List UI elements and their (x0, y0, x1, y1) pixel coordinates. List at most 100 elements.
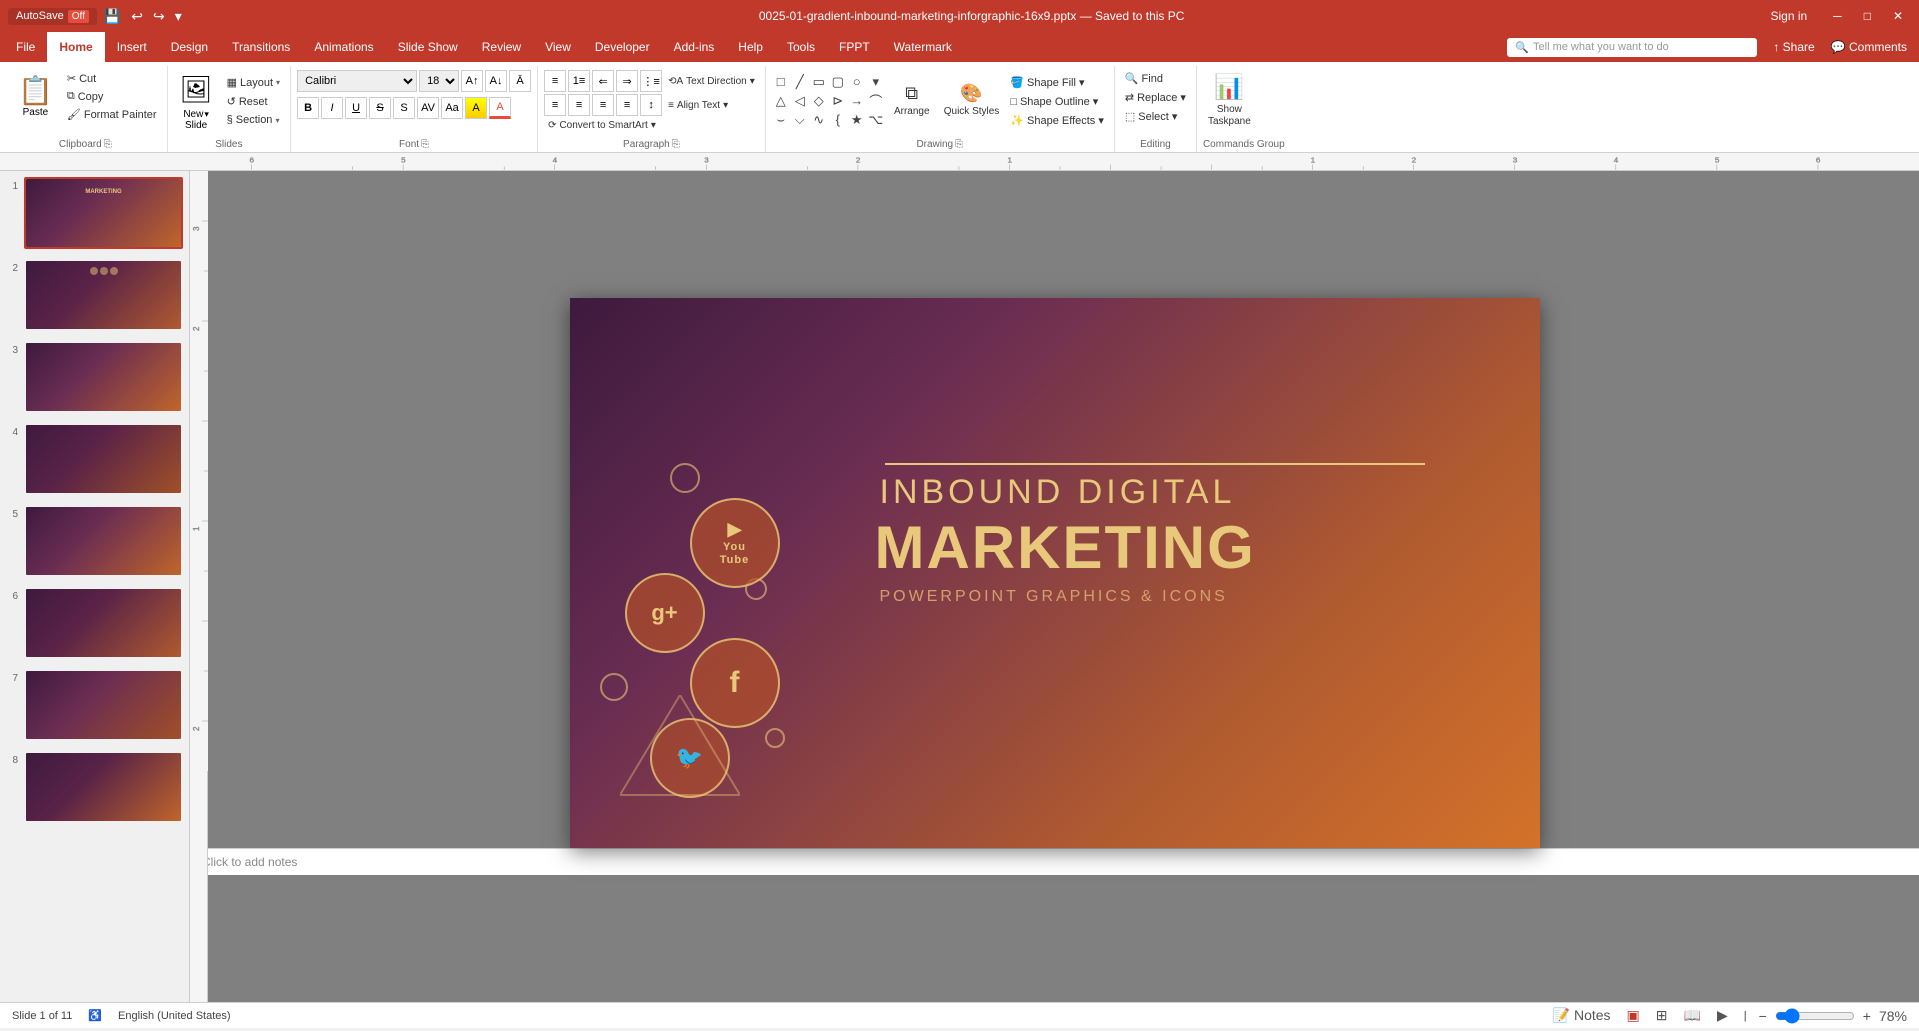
slide-item-7[interactable]: 7 (4, 667, 185, 743)
tab-addins[interactable]: Add-ins (662, 32, 727, 62)
shape-arrow[interactable]: → (848, 92, 866, 110)
slide-subtitle[interactable]: POWERPOINT GRAPHICS & ICONS (880, 588, 1228, 606)
clipboard-expand-icon[interactable]: ⎘ (104, 139, 112, 150)
slide-item-3[interactable]: 3 (4, 339, 185, 415)
normal-view-btn[interactable]: ▣ (1623, 1005, 1644, 1026)
zoom-out-btn[interactable]: − (1759, 1008, 1767, 1024)
highlight-button[interactable]: A (465, 97, 487, 119)
slide-thumb-3[interactable] (24, 341, 183, 413)
redo-quick-btn[interactable]: ↪ (150, 6, 168, 27)
customize-quick-btn[interactable]: ▾ (172, 6, 185, 27)
share-button[interactable]: ↑ Share (1765, 36, 1822, 58)
change-case-button[interactable]: Aa (441, 97, 463, 119)
quick-styles-button[interactable]: 🎨 Quick Styles (939, 80, 1005, 120)
font-size-select[interactable]: 18 (419, 70, 459, 92)
zoom-level-btn[interactable]: 78% (1879, 1008, 1907, 1024)
line-spacing-button[interactable]: ↕ (640, 94, 662, 116)
paste-button[interactable]: 📋 Paste (10, 70, 61, 122)
arrange-button[interactable]: ⧉ Arrange (887, 80, 937, 120)
notes-button[interactable]: 📝 Notes (1549, 1005, 1615, 1026)
select-button[interactable]: ⬚ Select ▾ (1121, 108, 1182, 125)
slide-thumb-5[interactable] (24, 505, 183, 577)
grow-font-button[interactable]: A↑ (461, 70, 483, 92)
format-painter-button[interactable]: 🖌 Format Painter (63, 106, 161, 123)
cut-button[interactable]: ✂ Cut (63, 70, 161, 87)
shape-rect2[interactable]: ▭ (810, 73, 828, 91)
tab-developer[interactable]: Developer (583, 32, 662, 62)
align-text-button[interactable]: ≡ Align Text ▾ (664, 98, 732, 113)
slide-thumb-6[interactable] (24, 587, 183, 659)
font-name-select[interactable]: Calibri (297, 70, 417, 92)
tab-insert[interactable]: Insert (105, 32, 159, 62)
save-quick-btn[interactable]: 💾 (101, 6, 124, 27)
center-button[interactable]: ≡ (568, 94, 590, 116)
slide-heading[interactable]: INBOUND DIGITAL (880, 473, 1236, 512)
comments-button[interactable]: 💬 Comments (1823, 36, 1915, 58)
new-slide-button[interactable]: 🖼 (174, 70, 219, 109)
slide-item-2[interactable]: 2 (4, 257, 185, 333)
signin-button[interactable]: Sign in (1758, 5, 1819, 27)
shape-diamond[interactable]: ◇ (810, 92, 828, 110)
tab-animations[interactable]: Animations (302, 32, 385, 62)
search-bar[interactable]: 🔍 Tell me what you want to do (1507, 38, 1757, 57)
shadow-button[interactable]: S (393, 97, 415, 119)
zoom-in-btn[interactable]: + (1863, 1008, 1871, 1024)
align-right-button[interactable]: ≡ (592, 94, 614, 116)
font-expand-icon[interactable]: ⎘ (421, 139, 429, 150)
decrease-indent-button[interactable]: ⇐ (592, 70, 614, 92)
shape-oval[interactable]: ○ (848, 73, 866, 91)
shape-triangle[interactable]: △ (772, 92, 790, 110)
shape-custom[interactable]: ⌥ (867, 111, 885, 129)
align-left-button[interactable]: ≡ (544, 94, 566, 116)
minimize-btn[interactable]: ─ (1825, 7, 1850, 25)
shape-curly[interactable]: { (829, 111, 847, 129)
slide-thumb-1[interactable]: MARKETING (24, 177, 183, 249)
copy-button[interactable]: ⧉ Copy (63, 88, 161, 105)
drawing-expand-icon[interactable]: ⎘ (955, 139, 963, 150)
slide-sorter-btn[interactable]: ⊞ (1652, 1005, 1672, 1026)
tab-file[interactable]: File (4, 32, 47, 62)
slide-panel[interactable]: 1 MARKETING 2 3 (0, 171, 190, 1002)
text-direction-button[interactable]: ⟲A Text Direction ▾ (664, 74, 759, 89)
tab-review[interactable]: Review (470, 32, 533, 62)
new-slide-dropdown[interactable]: ▾ (204, 109, 209, 120)
shape-outline-button[interactable]: □ Shape Outline ▾ (1006, 93, 1108, 110)
layout-button[interactable]: ▦ Layout ▾ (223, 74, 284, 91)
tab-tools[interactable]: Tools (775, 32, 827, 62)
zoom-slider[interactable] (1775, 1008, 1855, 1024)
increase-indent-button[interactable]: ⇒ (616, 70, 638, 92)
add-notes-area[interactable]: Click to add notes (190, 848, 1919, 875)
undo-quick-btn[interactable]: ↩ (128, 6, 146, 27)
slide-item-8[interactable]: 8 (4, 749, 185, 825)
shape-effects-button[interactable]: ✨ Shape Effects ▾ (1006, 112, 1108, 129)
shape-freeform[interactable]: ∿ (810, 111, 828, 129)
slide-item-5[interactable]: 5 (4, 503, 185, 579)
tab-home[interactable]: Home (47, 32, 104, 62)
slide-item-1[interactable]: 1 MARKETING (4, 175, 185, 251)
autosave-toggle[interactable]: AutoSave Off (8, 8, 97, 25)
slide-main-title[interactable]: MARKETING (875, 513, 1256, 582)
reading-view-btn[interactable]: 📖 (1680, 1005, 1705, 1026)
tab-help[interactable]: Help (726, 32, 775, 62)
slide-canvas[interactable]: ▶ You Tube g+ f 🐦 (570, 298, 1540, 848)
shape-chevron[interactable]: ⊳ (829, 92, 847, 110)
slide-item-6[interactable]: 6 (4, 585, 185, 661)
clear-format-button[interactable]: Ā (509, 70, 531, 92)
shrink-font-button[interactable]: A↓ (485, 70, 507, 92)
paragraph-expand-icon[interactable]: ⎘ (672, 139, 680, 150)
shape-star[interactable]: ★ (848, 111, 866, 129)
underline-button[interactable]: U (345, 97, 367, 119)
restore-btn[interactable]: □ (1856, 7, 1879, 25)
slideshow-btn[interactable]: ▶ (1713, 1005, 1732, 1026)
font-color-button[interactable]: A (489, 97, 511, 119)
tab-fppt[interactable]: FPPT (827, 32, 882, 62)
slide-thumb-4[interactable] (24, 423, 183, 495)
shape-round-rect[interactable]: ▢ (829, 73, 847, 91)
shape-expand[interactable]: ▾ (867, 73, 885, 91)
tab-watermark[interactable]: Watermark (882, 32, 964, 62)
replace-button[interactable]: ⇄ Replace ▾ (1121, 89, 1190, 106)
tab-slideshow[interactable]: Slide Show (386, 32, 470, 62)
numbering-button[interactable]: 1≡ (568, 70, 590, 92)
reset-button[interactable]: ↺ Reset (223, 93, 284, 110)
slide-thumb-7[interactable] (24, 669, 183, 741)
